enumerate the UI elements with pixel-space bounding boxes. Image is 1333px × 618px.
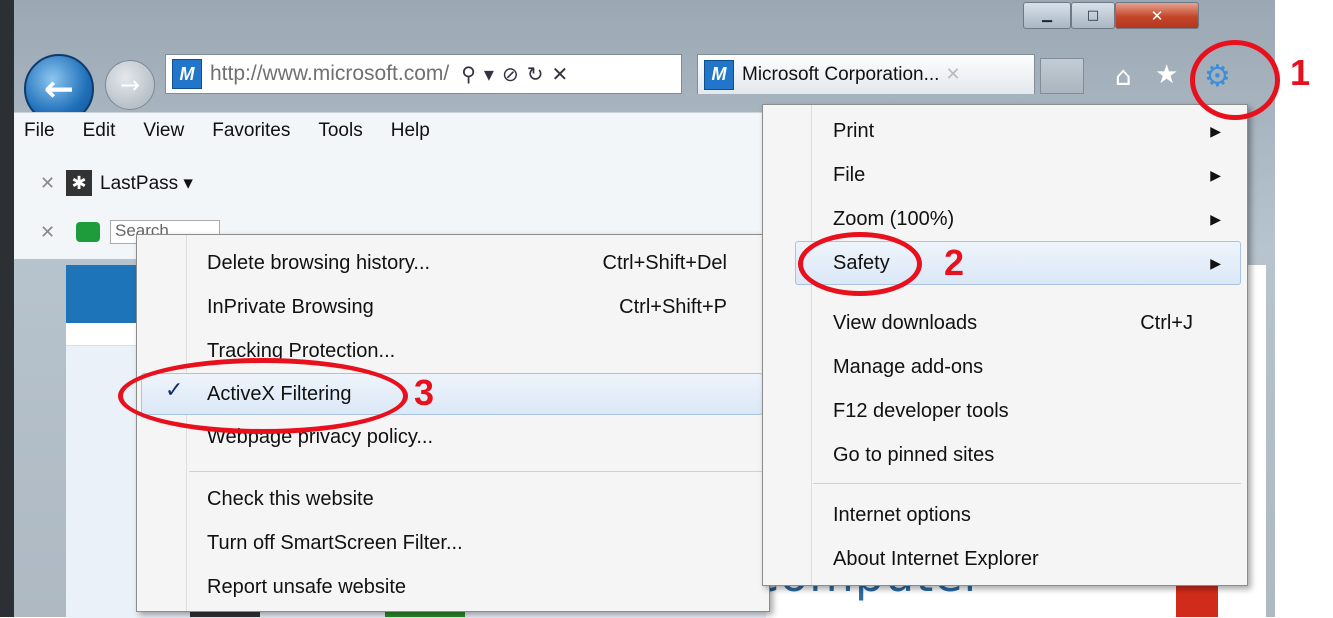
- menu-item-report-unsafe-website[interactable]: Report unsafe website: [207, 565, 757, 609]
- menu-item-shortcut: Ctrl+Shift+P: [619, 296, 727, 318]
- menu-item-label: Check this website: [207, 488, 374, 510]
- tab-microsoft[interactable]: M Microsoft Corporation... ✕: [697, 54, 1035, 94]
- new-tab-button[interactable]: [1040, 58, 1084, 94]
- menu-item-f12-developer-tools[interactable]: F12 developer tools: [833, 389, 1233, 433]
- submenu-arrow-icon: ▶: [1210, 211, 1221, 227]
- lastpass-toolbar: ✕ ✱ LastPass ▾: [40, 170, 193, 196]
- address-bar[interactable]: M http://www.microsoft.com/ ⚲ ▾ ⊘ ↻ ✕: [165, 54, 682, 94]
- menu-item-label: File: [833, 164, 866, 186]
- menu-help[interactable]: Help: [391, 120, 430, 142]
- menu-item-shortcut: Ctrl+J: [1140, 312, 1193, 334]
- menu-item-label: View downloads: [833, 312, 978, 334]
- desktop-edge: [0, 0, 14, 617]
- menu-item-label: Go to pinned sites: [833, 444, 995, 466]
- menu-item-file[interactable]: File ▶: [833, 153, 1233, 197]
- menu-gutter: [811, 105, 812, 585]
- menu-item-label: Turn off SmartScreen Filter...: [207, 532, 463, 554]
- back-arrow-icon: ←: [43, 68, 75, 110]
- menu-item-label: Report unsafe website: [207, 576, 407, 598]
- search-icon[interactable]: ⚲: [461, 62, 476, 87]
- menu-item-manage-addons[interactable]: Manage add-ons: [833, 345, 1233, 389]
- menu-item-label: F12 developer tools: [833, 400, 1009, 422]
- lastpass-icon: ✱: [66, 170, 92, 196]
- menu-file[interactable]: File: [24, 120, 55, 142]
- compatibility-view-icon[interactable]: ⊘: [502, 62, 519, 87]
- minimize-button[interactable]: ▁: [1023, 2, 1071, 29]
- submenu-arrow-icon: ▶: [1210, 167, 1221, 183]
- menu-item-go-to-pinned-sites[interactable]: Go to pinned sites: [833, 433, 1233, 477]
- menu-item-delete-browsing-history[interactable]: Delete browsing history... Ctrl+Shift+De…: [207, 241, 757, 285]
- menu-favorites[interactable]: Favorites: [212, 120, 290, 142]
- menu-separator: [189, 471, 763, 472]
- menu-item-turn-off-smartscreen[interactable]: Turn off SmartScreen Filter...: [207, 521, 757, 565]
- dropdown-icon[interactable]: ▾: [484, 62, 494, 87]
- menu-item-inprivate-browsing[interactable]: InPrivate Browsing Ctrl+Shift+P: [207, 285, 757, 329]
- annotation-circle-activex: [118, 358, 408, 434]
- close-window-button[interactable]: ✕: [1115, 2, 1199, 29]
- annotation-step-3: 3: [414, 372, 435, 413]
- menu-item-label: Internet options: [833, 504, 971, 526]
- tab-close-icon[interactable]: ✕: [945, 64, 960, 85]
- menu-view[interactable]: View: [143, 120, 184, 142]
- tab-title: Microsoft Corporation...: [742, 63, 940, 85]
- menu-item-view-downloads[interactable]: View downloads Ctrl+J: [833, 301, 1233, 345]
- forward-arrow-icon: →: [119, 71, 141, 99]
- menu-item-about-internet-explorer[interactable]: About Internet Explorer: [833, 537, 1233, 581]
- lastpass-menu[interactable]: LastPass ▾: [100, 172, 193, 195]
- stop-icon[interactable]: ✕: [551, 62, 568, 87]
- menu-item-label: Manage add-ons: [833, 356, 984, 378]
- menu-item-print[interactable]: Print ▶: [833, 109, 1233, 153]
- toolbar-addon-icon[interactable]: [76, 222, 100, 242]
- tools-menu: Print ▶ File ▶ Zoom (100%) ▶ Safety ▶ Vi…: [762, 104, 1248, 586]
- menu-item-label: Print: [833, 120, 875, 142]
- home-icon[interactable]: ⌂: [1115, 62, 1132, 92]
- star-icon[interactable]: ★: [1155, 60, 1178, 90]
- window-controls: ▁ □ ✕: [1023, 2, 1199, 29]
- site-favicon-icon: M: [172, 59, 202, 89]
- menu-item-label: Zoom (100%): [833, 208, 955, 230]
- annotation-circle-safety: [798, 232, 922, 296]
- annotation-step-2: 2: [944, 242, 965, 283]
- menu-item-label: About Internet Explorer: [833, 548, 1039, 570]
- menu-item-zoom[interactable]: Zoom (100%) ▶: [833, 197, 1233, 241]
- menu-item-shortcut: Ctrl+Shift+Del: [602, 252, 728, 274]
- annotation-step-1: 1: [1290, 52, 1311, 93]
- menu-item-label: InPrivate Browsing: [207, 296, 374, 318]
- menu-item-check-this-website[interactable]: Check this website: [207, 477, 757, 521]
- menu-edit[interactable]: Edit: [83, 120, 116, 142]
- close-toolbar-icon[interactable]: ✕: [40, 173, 66, 194]
- menu-separator: [813, 483, 1241, 484]
- menu-bar: File Edit View Favorites Tools Help: [24, 120, 430, 142]
- address-url[interactable]: http://www.microsoft.com/: [210, 62, 449, 86]
- address-bar-tools: ⚲ ▾ ⊘ ↻ ✕: [461, 62, 568, 87]
- tab-favicon-icon: M: [704, 59, 734, 90]
- annotation-circle-tools: [1190, 40, 1280, 120]
- forward-button[interactable]: →: [105, 60, 155, 110]
- menu-tools[interactable]: Tools: [318, 120, 362, 142]
- maximize-button[interactable]: □: [1071, 2, 1115, 29]
- menu-item-internet-options[interactable]: Internet options: [833, 493, 1233, 537]
- submenu-arrow-icon: ▶: [1210, 255, 1221, 271]
- close-toolbar-icon[interactable]: ✕: [40, 222, 66, 243]
- menu-item-label: Delete browsing history...: [207, 252, 431, 274]
- refresh-icon[interactable]: ↻: [527, 62, 544, 87]
